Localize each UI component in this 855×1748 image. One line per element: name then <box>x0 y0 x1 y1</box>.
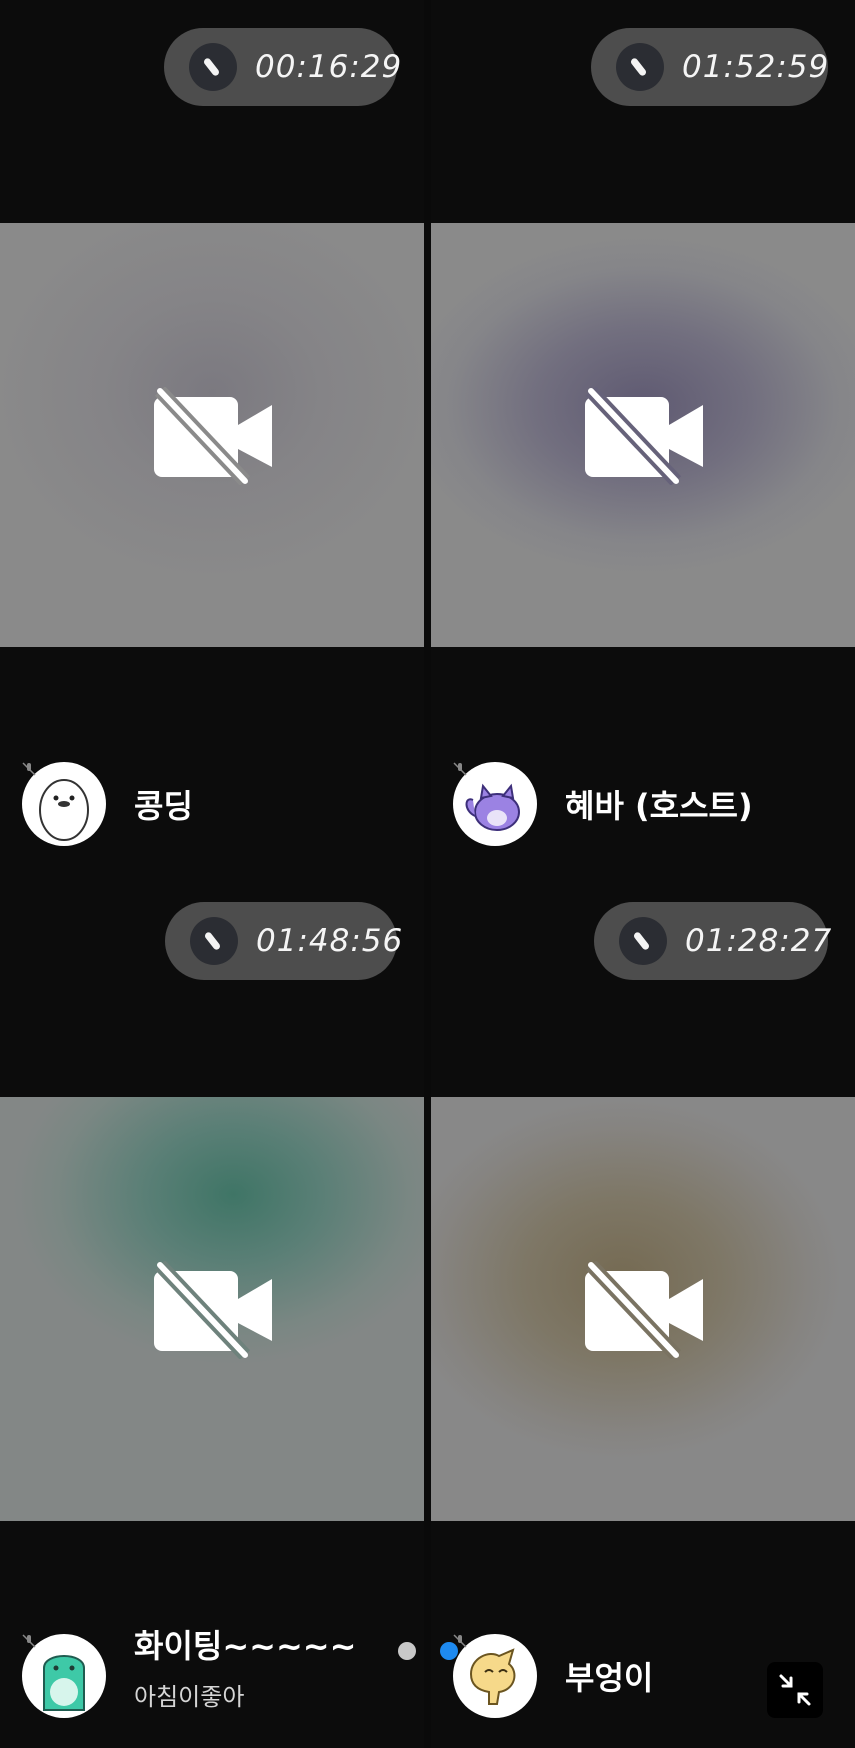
video-area <box>0 1097 424 1521</box>
call-duration: 01:28:27 <box>685 923 833 959</box>
participant-info: 화이팅~~~~~ 아침이좋아 <box>22 1627 356 1718</box>
participant-name: 혜바 (호스트) <box>565 787 753 825</box>
minimize-icon <box>779 1674 811 1706</box>
participant-tile-2[interactable]: 01:52:59 혜바 (호스트) <box>431 0 855 874</box>
timer-icon <box>616 43 664 91</box>
participant-info: 콩딩 <box>22 762 193 846</box>
avatar[interactable] <box>22 1634 106 1718</box>
video-off-icon <box>154 1261 272 1359</box>
video-area <box>431 223 855 647</box>
video-off-icon <box>585 1261 703 1359</box>
participant-name: 부엉이 <box>565 1659 654 1697</box>
video-off-icon <box>154 387 272 485</box>
call-duration: 00:16:29 <box>255 49 403 85</box>
video-area <box>0 223 424 647</box>
mic-muted-icon <box>22 1634 36 1648</box>
timer-icon <box>190 917 238 965</box>
participant-tile-4[interactable]: 01:28:27 부엉이 <box>431 874 855 1748</box>
participant-status: 아침이좋아 <box>134 1682 245 1711</box>
participant-info: 부엉이 <box>453 1634 653 1718</box>
call-duration: 01:52:59 <box>682 49 830 85</box>
page-indicator <box>398 1642 458 1660</box>
timer-icon <box>619 917 667 965</box>
call-duration-pill: 01:48:56 <box>165 902 402 980</box>
call-duration-pill: 01:28:27 <box>594 902 831 980</box>
mic-muted-icon <box>22 762 36 776</box>
mic-muted-icon <box>453 762 467 776</box>
page-dot-2[interactable] <box>440 1642 458 1660</box>
page-dot-1[interactable] <box>398 1642 416 1660</box>
call-duration-pill: 01:52:59 <box>591 28 828 106</box>
video-area <box>431 1097 855 1521</box>
avatar[interactable] <box>22 762 106 846</box>
participant-tile-1[interactable]: 00:16:29 콩딩 <box>0 0 424 874</box>
participant-info: 혜바 (호스트) <box>453 762 753 846</box>
call-duration: 01:48:56 <box>256 923 404 959</box>
timer-icon <box>189 43 237 91</box>
call-duration-pill: 00:16:29 <box>164 28 401 106</box>
avatar[interactable] <box>453 762 537 846</box>
minimize-button[interactable] <box>767 1662 823 1718</box>
participant-tile-3[interactable]: 01:48:56 화이팅~~~~~ 아침이좋아 <box>0 874 424 1748</box>
video-off-icon <box>585 387 703 485</box>
participant-name: 화이팅~~~~~ <box>134 1626 357 1665</box>
participant-name: 콩딩 <box>134 787 193 825</box>
avatar[interactable] <box>453 1634 537 1718</box>
